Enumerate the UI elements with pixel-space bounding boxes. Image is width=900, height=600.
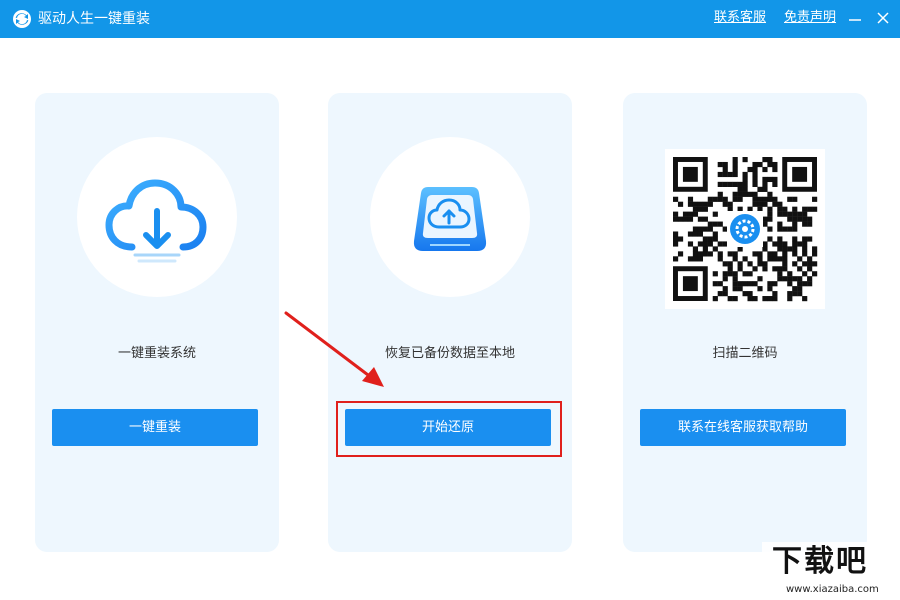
watermark-url: www.xiazaiba.com bbox=[786, 584, 879, 595]
highlight-box-annotation bbox=[336, 401, 562, 457]
minimize-icon[interactable] bbox=[846, 9, 864, 27]
one-click-reinstall-button[interactable]: 一键重装 bbox=[52, 409, 258, 446]
reinstall-icon-circle bbox=[77, 137, 237, 297]
app-logo-icon bbox=[13, 10, 31, 28]
red-arrow-annotation bbox=[284, 311, 384, 387]
contact-support-link[interactable]: 联系客服 bbox=[714, 10, 766, 26]
cloud-upload-drive-icon bbox=[413, 187, 487, 251]
support-card: 扫描二维码 联系在线客服获取帮助 bbox=[623, 93, 867, 552]
qr-code-image bbox=[673, 157, 818, 302]
reinstall-card: 一键重装系统 一键重装 bbox=[35, 93, 279, 552]
title-bar: 驱动人生一键重装 联系客服 免责声明 bbox=[0, 0, 900, 38]
close-icon[interactable] bbox=[874, 9, 892, 27]
app-title: 驱动人生一键重装 bbox=[38, 11, 150, 27]
restore-icon-circle bbox=[370, 137, 530, 297]
cloud-download-icon bbox=[105, 179, 207, 263]
reinstall-label: 一键重装系统 bbox=[117, 346, 196, 361]
disclaimer-link[interactable]: 免责声明 bbox=[784, 10, 836, 26]
watermark-name: 下载吧 bbox=[772, 544, 868, 579]
contact-online-support-button[interactable]: 联系在线客服获取帮助 bbox=[640, 409, 846, 446]
qr-code bbox=[665, 149, 825, 309]
scan-qr-label: 扫描二维码 bbox=[712, 346, 778, 361]
